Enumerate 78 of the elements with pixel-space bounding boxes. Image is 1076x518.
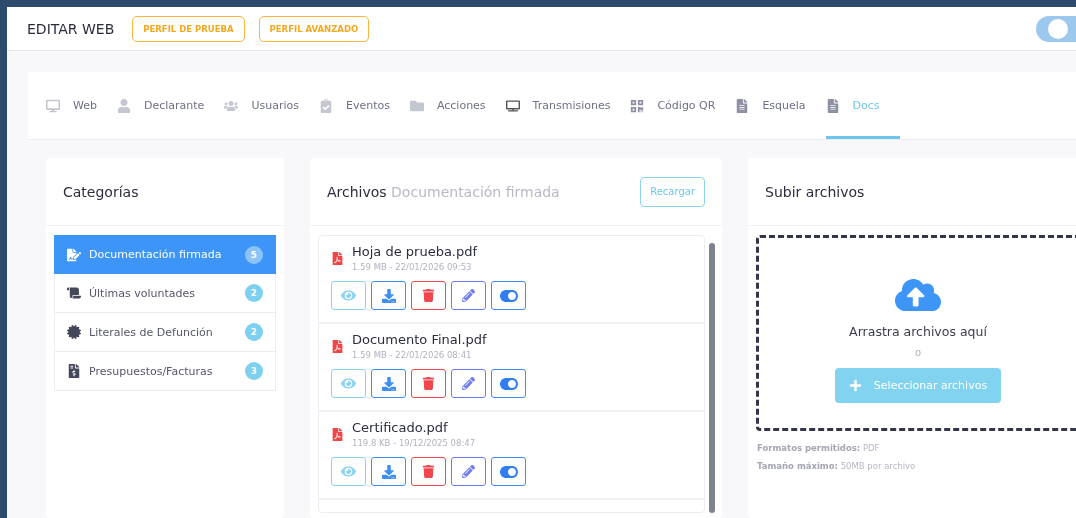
download-icon	[381, 376, 396, 391]
download-icon	[381, 464, 396, 479]
category-label: Literales de Defunción	[89, 325, 214, 339]
download-icon	[381, 288, 396, 303]
edit-button[interactable]	[451, 457, 486, 486]
user-icon	[117, 98, 131, 113]
signed-document-icon	[67, 247, 81, 262]
category-item[interactable]: Literales de Defunción 2	[54, 313, 276, 352]
pdf-file-icon	[331, 251, 344, 265]
scrollbar[interactable]	[709, 243, 715, 513]
eye-icon	[341, 376, 356, 391]
category-label: Documentación firmada	[89, 248, 223, 261]
qr-code-icon	[630, 98, 645, 113]
category-item[interactable]: Documentación firmada 5	[54, 235, 276, 274]
download-button[interactable]	[371, 457, 406, 486]
scroll-icon	[67, 286, 81, 300]
visibility-toggle[interactable]	[491, 457, 526, 486]
tab[interactable]: Código QR	[630, 72, 736, 139]
pencil-icon	[462, 377, 475, 390]
monitor-icon	[46, 98, 60, 113]
pdf-file-icon	[331, 427, 344, 441]
category-item[interactable]: Presupuestos/Facturas 3	[54, 352, 276, 391]
category-label: Últimas voluntades	[89, 286, 196, 300]
drop-zone[interactable]: Arrastra archivos aquí o Seleccionar archivos	[756, 235, 1076, 431]
delete-button[interactable]	[411, 281, 446, 310]
invoice-icon	[67, 364, 81, 378]
trash-icon	[422, 377, 435, 390]
pencil-icon	[462, 289, 475, 302]
delete-button[interactable]	[411, 369, 446, 398]
count-badge: 5	[245, 245, 263, 264]
upload-note: Formatos permitidos: PDF	[756, 443, 881, 453]
download-button[interactable]	[371, 369, 406, 398]
or-text: o	[914, 347, 922, 358]
users-icon	[224, 98, 239, 113]
trash-icon	[422, 289, 435, 302]
file-meta: 119.8 KB - 19/12/2025 08:47	[352, 438, 476, 448]
upload-note: Tamaño máximo: 50MB por archivo	[756, 461, 917, 471]
tab[interactable]: Acciones	[409, 72, 506, 139]
download-button[interactable]	[371, 281, 406, 310]
pencil-icon	[462, 465, 475, 478]
category-label: Presupuestos/Facturas	[89, 364, 214, 378]
file-name: Hoja de prueba.pdf	[352, 244, 478, 259]
tab[interactable]: Esquela	[735, 72, 826, 139]
delete-button[interactable]	[411, 457, 446, 486]
eye-icon	[341, 288, 356, 303]
file-meta: 1.59 MB - 22/01/2026 09:53	[352, 262, 473, 272]
tab[interactable]: Declarante	[117, 72, 225, 139]
category-item[interactable]: Últimas voluntades 2	[54, 274, 276, 313]
folder-icon	[409, 98, 424, 113]
panel-title: Categorías	[63, 183, 139, 200]
tab[interactable]: Usuarios	[224, 72, 319, 139]
plus-icon	[848, 379, 862, 392]
eye-icon	[341, 464, 356, 479]
count-badge: 2	[245, 284, 263, 302]
panel-title: Subir archivos	[765, 183, 865, 200]
monitor-icon	[505, 98, 520, 113]
file-name: Documento Final.pdf	[352, 332, 487, 347]
count-badge: 3	[245, 362, 263, 380]
edit-button[interactable]	[451, 281, 486, 310]
seal-icon	[67, 325, 81, 339]
document-icon	[825, 98, 840, 113]
edit-button[interactable]	[451, 369, 486, 398]
toggle-switch[interactable]	[1036, 15, 1076, 42]
tab[interactable]: Web	[46, 72, 117, 139]
tab[interactable]: Transmisiones	[505, 72, 631, 139]
file-name: Certificado.pdf	[352, 420, 449, 435]
clipboard-icon	[318, 98, 333, 113]
panel-title: Archivos Documentación firmada	[327, 183, 560, 200]
count-badge: 2	[245, 323, 263, 341]
tab[interactable]: Eventos	[318, 72, 410, 139]
pdf-file-icon	[331, 339, 344, 353]
page-title: EDITAR WEB	[27, 20, 115, 37]
visibility-toggle[interactable]	[491, 281, 526, 310]
document-icon	[735, 98, 750, 113]
trash-icon	[422, 465, 435, 478]
drop-text: Arrastra archivos aquí	[849, 324, 987, 339]
file-meta: 1.59 MB - 22/01/2026 08:41	[352, 350, 473, 360]
visibility-toggle[interactable]	[491, 369, 526, 398]
